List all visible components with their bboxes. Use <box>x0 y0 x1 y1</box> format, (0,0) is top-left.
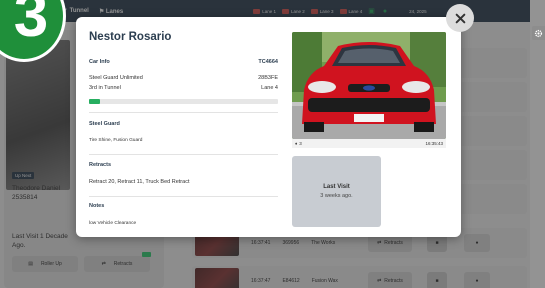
modal-title: Nestor Rosario <box>89 31 172 43</box>
retracts-items: Retract 20, Retract 11, Truck Bed Retrac… <box>89 179 190 185</box>
divider <box>89 112 278 113</box>
last-visit-card: Last Visit 3 weeks ago. <box>292 156 381 227</box>
settings-tab[interactable] <box>532 26 545 40</box>
wash-progress <box>89 99 278 104</box>
close-button[interactable] <box>446 4 474 32</box>
photo-timestamp: 16:35:43 <box>425 141 443 146</box>
photo-count[interactable]: ♦ 3 <box>295 141 302 146</box>
divider <box>89 196 278 197</box>
vehicle-code: 28B3FE <box>258 75 278 81</box>
retracts-label: Retracts <box>89 162 112 168</box>
car-icon: ♦ <box>295 141 298 146</box>
vehicle-photo-large[interactable] <box>292 32 446 139</box>
lane-assignment: Lane 4 <box>261 85 278 91</box>
last-visit-value: 3 weeks ago. <box>320 193 353 199</box>
plate-number: TC4664 <box>258 59 278 65</box>
package-label: Steel Guard <box>89 121 120 127</box>
step-number: 3 <box>13 0 49 50</box>
gear-icon <box>534 29 543 37</box>
membership-plan: Steel Guard Unlimited <box>89 75 143 81</box>
photo-count-value: 3 <box>299 141 302 146</box>
red-car-image <box>292 32 446 139</box>
notes-label: Notes <box>89 203 105 209</box>
notes-text: low Vehicle Clearance <box>89 221 137 226</box>
tunnel-position: 3rd in Tunnel <box>89 85 121 91</box>
wash-progress-fill <box>89 99 101 104</box>
vehicle-detail-modal: Nestor Rosario Car Info TC4664 Steel Gua… <box>76 17 461 237</box>
last-visit-title: Last Visit <box>323 184 350 190</box>
close-icon <box>455 13 465 23</box>
package-items: Tire Shine, Fusion Guard <box>89 138 143 143</box>
divider <box>89 154 278 155</box>
photo-footer: ♦ 3 16:35:43 <box>292 139 446 148</box>
car-info-label: Car Info <box>89 59 110 65</box>
